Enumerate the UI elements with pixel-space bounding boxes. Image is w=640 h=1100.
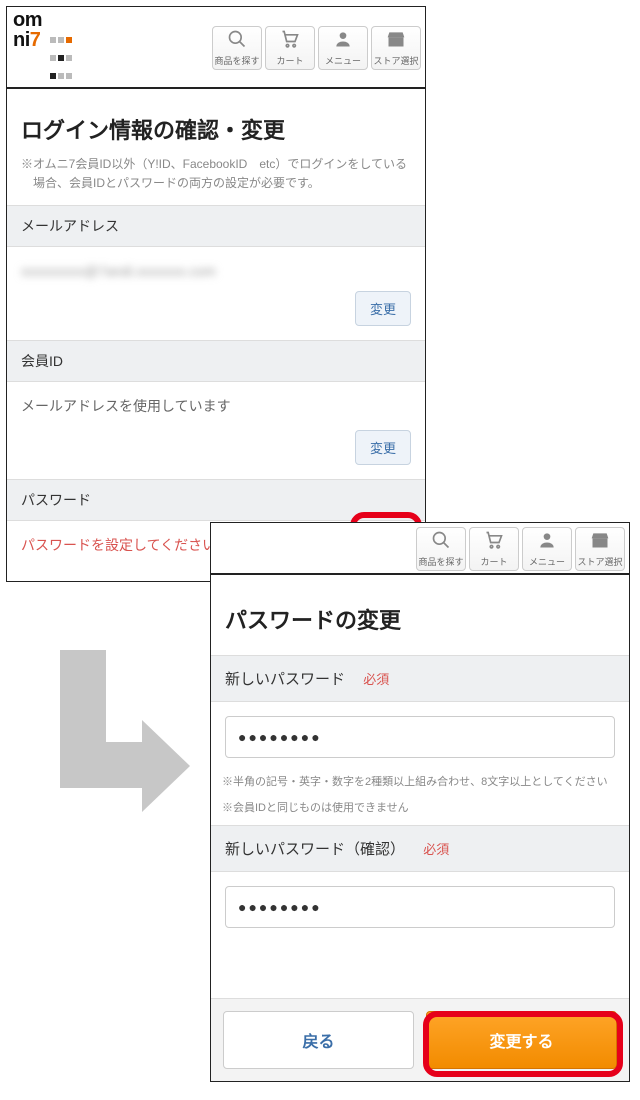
user-icon: [537, 530, 557, 553]
nav-menu-button[interactable]: メニュー: [522, 527, 572, 571]
section-label-email: メールアドレス: [7, 205, 425, 247]
search-icon: [227, 29, 247, 52]
nav-label: ストア選択: [373, 54, 418, 67]
required-badge: 必須: [363, 672, 389, 687]
change-member-id-button[interactable]: 変更: [355, 430, 411, 465]
label-text: 新しいパスワード: [225, 671, 345, 688]
nav-cart-button[interactable]: カート: [265, 26, 315, 70]
back-button[interactable]: 戻る: [223, 1011, 414, 1069]
change-email-button[interactable]: 変更: [355, 291, 411, 326]
nav-label: カート: [276, 54, 303, 67]
nav-search-button[interactable]: 商品を探す: [212, 26, 262, 70]
page-notice: ※オムニ7会員ID以外（Y!ID、FacebookID etc）でログインをして…: [7, 155, 425, 205]
store-icon: [590, 530, 610, 553]
section-label-password: パスワード: [7, 479, 425, 521]
nav-menu-button[interactable]: メニュー: [318, 26, 368, 70]
logo-seven: 7: [30, 29, 41, 51]
nav-search-button[interactable]: 商品を探す: [416, 527, 466, 571]
confirm-password-field[interactable]: [225, 886, 615, 928]
page-title: パスワードの変更: [211, 575, 629, 655]
password-hint-2: ※会員IDと同じものは使用できません: [211, 800, 629, 826]
label-confirm-password: 新しいパスワード（確認） 必須: [211, 825, 629, 872]
nav-label: メニュー: [529, 555, 565, 568]
nav-label: メニュー: [325, 54, 361, 67]
footer-actions: 戻る 変更する: [211, 998, 629, 1081]
nav-label: 商品を探す: [214, 54, 259, 67]
nav-label: ストア選択: [577, 555, 622, 568]
member-id-value: メールアドレスを使用しています: [21, 394, 411, 430]
app-header: om ni7 商品を探す カート: [7, 7, 425, 89]
header-nav: 商品を探す カート メニュー ストア選択: [212, 26, 421, 70]
app-header: 商品を探す カート メニュー ストア選択: [211, 523, 629, 575]
nav-cart-button[interactable]: カート: [469, 527, 519, 571]
required-badge: 必須: [423, 842, 449, 857]
password-hint-1: ※半角の記号・英字・数字を2種類以上組み合わせ、8文字以上としてください: [211, 766, 629, 800]
label-text: 新しいパスワード（確認）: [225, 841, 405, 858]
logo-text-1: om: [13, 9, 42, 31]
email-value: xxxxxxxxx@7andi.xxxxxxx.com: [21, 259, 411, 291]
cart-icon: [279, 29, 301, 52]
submit-button[interactable]: 変更する: [426, 1011, 617, 1069]
screen-login-info: om ni7 商品を探す カート: [6, 6, 426, 582]
flow-arrow-icon: [60, 650, 196, 820]
store-icon: [386, 29, 406, 52]
section-label-member-id: 会員ID: [7, 340, 425, 382]
logo-text-2: ni: [13, 29, 30, 51]
screen-change-password: 商品を探す カート メニュー ストア選択 パスワードの変更: [210, 522, 630, 1082]
logo-dots-icon: [49, 31, 73, 85]
label-new-password: 新しいパスワード 必須: [211, 655, 629, 702]
user-icon: [333, 29, 353, 52]
cart-icon: [483, 530, 505, 553]
header-nav: 商品を探す カート メニュー ストア選択: [416, 527, 625, 571]
search-icon: [431, 530, 451, 553]
nav-label: カート: [480, 555, 507, 568]
nav-store-button[interactable]: ストア選択: [371, 26, 421, 70]
page-title: ログイン情報の確認・変更: [7, 89, 425, 155]
new-password-field[interactable]: [225, 716, 615, 758]
nav-store-button[interactable]: ストア選択: [575, 527, 625, 571]
section-body-member-id: メールアドレスを使用しています 変更: [7, 382, 425, 479]
logo: om ni7: [13, 11, 73, 85]
section-body-email: xxxxxxxxx@7andi.xxxxxxx.com 変更: [7, 247, 425, 340]
nav-label: 商品を探す: [418, 555, 463, 568]
